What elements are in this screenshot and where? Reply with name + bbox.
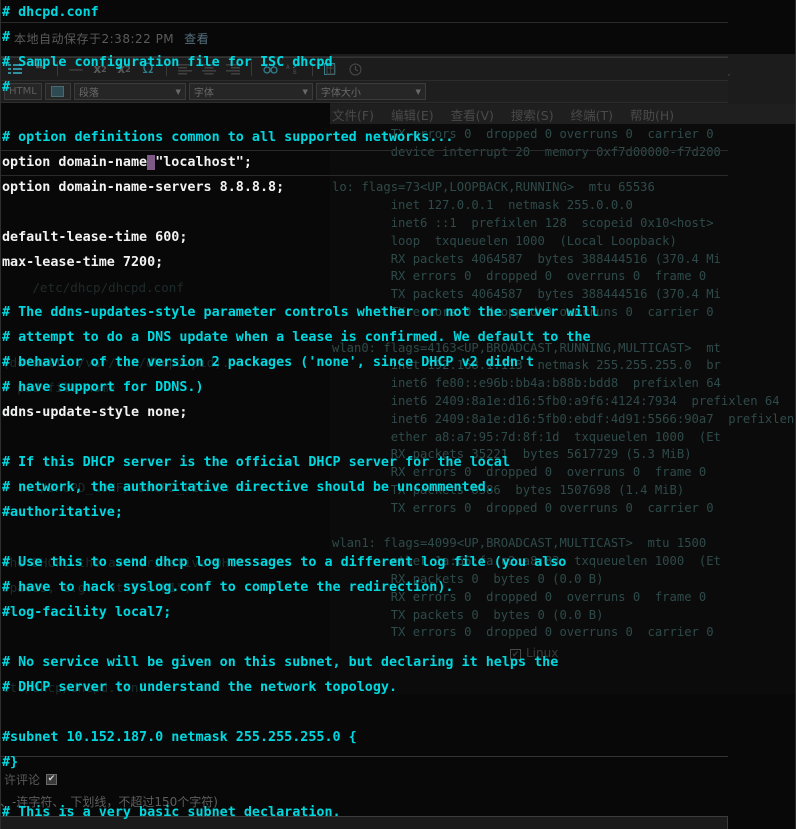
conf-comment: # No service will be given on this subne… <box>2 655 559 670</box>
conf-comment: # This is a very basic subnet declaratio… <box>2 805 341 820</box>
conf-line[interactable]: # DHCP server to understand the network … <box>2 675 796 700</box>
conf-comment: # The ddns-updates-style parameter contr… <box>2 305 599 320</box>
conf-comment: # attempt to do a DNS update when a leas… <box>2 330 591 345</box>
conf-comment: # option definitions common to all suppo… <box>2 130 454 145</box>
conf-line[interactable]: option domain-name "localhost"; <box>2 150 796 175</box>
conf-line[interactable] <box>2 200 796 225</box>
conf-line[interactable]: # This is a very basic subnet declaratio… <box>2 800 796 825</box>
conf-line[interactable]: #authoritative; <box>2 500 796 525</box>
conf-comment: #authoritative; <box>2 505 123 520</box>
conf-line[interactable] <box>2 275 796 300</box>
conf-comment: # <box>2 30 11 45</box>
screenshot-stage: root@AGuang: ~ 文件(F) 编辑(E) 查看(V) 搜索(S) 终… <box>0 0 796 829</box>
conf-comment: # behavior of the version 2 packages ('n… <box>2 355 535 370</box>
conf-line[interactable] <box>2 625 796 650</box>
conf-line[interactable]: # dhcpd.conf <box>2 0 796 25</box>
conf-line[interactable]: default-lease-time 600; <box>2 225 796 250</box>
conf-line[interactable]: # Sample configuration file for ISC dhcp… <box>2 50 796 75</box>
conf-comment: # have to hack syslog.conf to complete t… <box>2 580 454 595</box>
conf-comment: # If this DHCP server is the official DH… <box>2 455 510 470</box>
conf-line[interactable]: ddns-update-style none; <box>2 400 796 425</box>
conf-line[interactable]: # Use this to send dhcp log messages to … <box>2 550 796 575</box>
conf-statement: option domain-name-servers 8.8.8.8; <box>2 180 285 195</box>
conf-statement: default-lease-time 600; <box>2 230 188 245</box>
conf-line[interactable]: # If this DHCP server is the official DH… <box>2 450 796 475</box>
conf-comment: #subnet 10.152.187.0 netmask 255.255.255… <box>2 730 357 745</box>
conf-line[interactable]: # <box>2 25 796 50</box>
conf-line[interactable]: #log-facility local7; <box>2 600 796 625</box>
conf-line[interactable]: # option definitions common to all suppo… <box>2 125 796 150</box>
conf-line[interactable]: # attempt to do a DNS update when a leas… <box>2 325 796 350</box>
conf-line[interactable]: # The ddns-updates-style parameter contr… <box>2 300 796 325</box>
conf-comment: # <box>2 80 11 95</box>
conf-line[interactable] <box>2 525 796 550</box>
conf-line[interactable] <box>2 825 796 829</box>
conf-line[interactable]: # behavior of the version 2 packages ('n… <box>2 350 796 375</box>
conf-text: option domain-name <box>2 155 148 170</box>
conf-text: "localhost"; <box>155 155 252 170</box>
conf-comment: # dhcpd.conf <box>2 5 99 20</box>
conf-line[interactable] <box>2 100 796 125</box>
dhcpd-conf-text[interactable]: # dhcpd.conf # # Sample configuration file… <box>0 0 796 829</box>
conf-line[interactable]: max-lease-time 7200; <box>2 250 796 275</box>
conf-line[interactable] <box>2 700 796 725</box>
conf-line[interactable]: #} <box>2 750 796 775</box>
conf-statement: ddns-update-style none; <box>2 405 188 420</box>
conf-line[interactable]: # No service will be given on this subne… <box>2 650 796 675</box>
conf-line[interactable]: # <box>2 75 796 100</box>
conf-comment: # Sample configuration file for ISC dhcp… <box>2 55 333 70</box>
conf-comment: #log-facility local7; <box>2 605 172 620</box>
text-selection[interactable] <box>147 155 156 170</box>
conf-comment: # Use this to send dhcp log messages to … <box>2 555 567 570</box>
conf-comment: # have support for DDNS.) <box>2 380 204 395</box>
conf-line[interactable]: # network, the authoritative directive s… <box>2 475 796 500</box>
conf-comment: #} <box>2 755 19 770</box>
conf-comment: # network, the authoritative directive s… <box>2 480 494 495</box>
conf-line[interactable]: #subnet 10.152.187.0 netmask 255.255.255… <box>2 725 796 750</box>
conf-line[interactable]: option domain-name-servers 8.8.8.8; <box>2 175 796 200</box>
conf-line[interactable]: # have to hack syslog.conf to complete t… <box>2 575 796 600</box>
conf-statement: max-lease-time 7200; <box>2 255 164 270</box>
conf-line[interactable] <box>2 775 796 800</box>
conf-line[interactable]: # have support for DDNS.) <box>2 375 796 400</box>
conf-comment: # DHCP server to understand the network … <box>2 680 398 695</box>
window-frame-left <box>0 0 1 829</box>
conf-line[interactable] <box>2 425 796 450</box>
